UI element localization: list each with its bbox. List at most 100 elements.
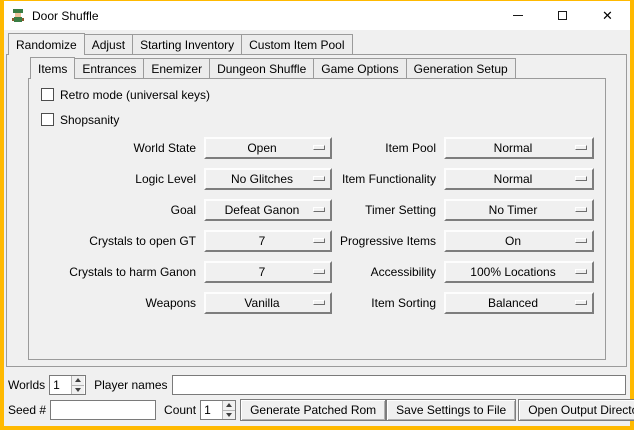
accessibility-label: Accessibility bbox=[338, 265, 438, 279]
item-sorting-label: Item Sorting bbox=[338, 296, 438, 310]
weapons-label: Weapons bbox=[41, 296, 198, 310]
dropdown-indicator-icon bbox=[575, 145, 587, 150]
titlebar[interactable]: Door Shuffle ✕ bbox=[4, 1, 630, 30]
item-sorting-dropdown[interactable]: Balanced bbox=[444, 292, 594, 314]
maximize-button[interactable] bbox=[540, 1, 585, 30]
tab-adjust[interactable]: Adjust bbox=[84, 34, 133, 54]
dropdown-indicator-icon bbox=[313, 207, 325, 212]
generate-patched-rom-button[interactable]: Generate Patched Rom bbox=[240, 399, 386, 421]
tab-label: Adjust bbox=[92, 38, 125, 52]
dropdown-indicator-icon bbox=[313, 176, 325, 181]
tab-enemizer[interactable]: Enemizer bbox=[143, 58, 210, 78]
tab-game-options[interactable]: Game Options bbox=[313, 58, 406, 78]
dropdown-value: 7 bbox=[259, 265, 266, 279]
checkbox-label: Retro mode (universal keys) bbox=[60, 88, 210, 102]
dropdown-value: 100% Locations bbox=[470, 265, 555, 279]
dropdown-value: No Timer bbox=[489, 203, 538, 217]
checkbox-icon bbox=[41, 113, 54, 126]
logic-level-dropdown[interactable]: No Glitches bbox=[204, 168, 332, 190]
dropdown-indicator-icon bbox=[575, 238, 587, 243]
spinner-buttons bbox=[71, 376, 84, 394]
dropdown-value: Vanilla bbox=[244, 296, 279, 310]
client-area: Randomize Adjust Starting Inventory Cust… bbox=[4, 30, 630, 426]
tab-entrances[interactable]: Entrances bbox=[74, 58, 144, 78]
seed-label: Seed # bbox=[8, 403, 46, 417]
spin-up-icon[interactable] bbox=[72, 376, 84, 386]
spin-up-icon[interactable] bbox=[223, 401, 235, 411]
close-icon: ✕ bbox=[602, 9, 613, 22]
dropdown-indicator-icon bbox=[313, 238, 325, 243]
progressive-items-label: Progressive Items bbox=[338, 234, 438, 248]
timer-setting-dropdown[interactable]: No Timer bbox=[444, 199, 594, 221]
dropdown-value: No Glitches bbox=[231, 172, 293, 186]
count-input[interactable] bbox=[201, 401, 222, 419]
minimize-button[interactable] bbox=[495, 1, 540, 30]
items-page: Retro mode (universal keys) Shopsanity W… bbox=[28, 78, 606, 360]
count-label: Count bbox=[164, 403, 196, 417]
worlds-spinner[interactable] bbox=[49, 375, 86, 395]
tab-label: Randomize bbox=[16, 38, 77, 52]
goal-dropdown[interactable]: Defeat Ganon bbox=[204, 199, 332, 221]
tab-custom-item-pool[interactable]: Custom Item Pool bbox=[241, 34, 352, 54]
dropdown-indicator-icon bbox=[313, 269, 325, 274]
dropdown-value: Normal bbox=[494, 141, 533, 155]
dropdown-indicator-icon bbox=[575, 207, 587, 212]
world-state-dropdown[interactable]: Open bbox=[204, 137, 332, 159]
accessibility-dropdown[interactable]: 100% Locations bbox=[444, 261, 594, 283]
dropdown-indicator-icon bbox=[575, 269, 587, 274]
minimize-icon bbox=[513, 15, 523, 16]
tab-label: Custom Item Pool bbox=[249, 38, 344, 52]
progressive-items-dropdown[interactable]: On bbox=[444, 230, 594, 252]
worlds-input[interactable] bbox=[50, 376, 71, 394]
dropdown-indicator-icon bbox=[313, 300, 325, 305]
goal-label: Goal bbox=[41, 203, 198, 217]
logic-level-label: Logic Level bbox=[41, 172, 198, 186]
crystals-ganon-label: Crystals to harm Ganon bbox=[41, 265, 198, 279]
outer-tabbar: Randomize Adjust Starting Inventory Cust… bbox=[8, 33, 353, 55]
tab-items[interactable]: Items bbox=[30, 57, 75, 79]
spin-down-icon[interactable] bbox=[223, 411, 235, 420]
worlds-row: Worlds Player names bbox=[8, 374, 626, 396]
player-names-input[interactable] bbox=[172, 375, 627, 395]
dropdown-indicator-icon bbox=[313, 145, 325, 150]
item-pool-label: Item Pool bbox=[338, 141, 438, 155]
save-settings-button[interactable]: Save Settings to File bbox=[386, 399, 516, 421]
crystals-gt-label: Crystals to open GT bbox=[41, 234, 198, 248]
tab-randomize[interactable]: Randomize bbox=[8, 33, 85, 55]
count-spinner[interactable] bbox=[200, 400, 236, 420]
dropdown-value: Balanced bbox=[488, 296, 538, 310]
checkbox-label: Shopsanity bbox=[60, 113, 119, 127]
close-button[interactable]: ✕ bbox=[585, 1, 630, 30]
item-functionality-label: Item Functionality bbox=[338, 172, 438, 186]
dropdown-value: On bbox=[505, 234, 521, 248]
world-state-label: World State bbox=[41, 141, 198, 155]
maximize-icon bbox=[558, 11, 567, 20]
tab-dungeon-shuffle[interactable]: Dungeon Shuffle bbox=[209, 58, 314, 78]
dropdown-indicator-icon bbox=[575, 300, 587, 305]
player-names-label: Player names bbox=[94, 378, 167, 392]
seed-input[interactable] bbox=[50, 400, 156, 420]
weapons-dropdown[interactable]: Vanilla bbox=[204, 292, 332, 314]
tab-label: Starting Inventory bbox=[140, 38, 234, 52]
tab-label: Game Options bbox=[321, 62, 398, 76]
shopsanity-checkbox[interactable]: Shopsanity bbox=[41, 112, 605, 127]
open-output-directory-button[interactable]: Open Output Directory bbox=[518, 399, 634, 421]
dropdown-value: Open bbox=[247, 141, 276, 155]
tab-starting-inventory[interactable]: Starting Inventory bbox=[132, 34, 242, 54]
dropdown-indicator-icon bbox=[575, 176, 587, 181]
tab-label: Dungeon Shuffle bbox=[217, 62, 306, 76]
crystals-gt-dropdown[interactable]: 7 bbox=[204, 230, 332, 252]
spin-down-icon[interactable] bbox=[72, 386, 84, 395]
crystals-ganon-dropdown[interactable]: 7 bbox=[204, 261, 332, 283]
door-shuffle-window: Door Shuffle ✕ Randomize Adjust Starting… bbox=[0, 0, 634, 430]
tab-generation-setup[interactable]: Generation Setup bbox=[406, 58, 516, 78]
item-functionality-dropdown[interactable]: Normal bbox=[444, 168, 594, 190]
retro-mode-checkbox[interactable]: Retro mode (universal keys) bbox=[41, 87, 605, 102]
item-pool-dropdown[interactable]: Normal bbox=[444, 137, 594, 159]
settings-grid: World State Open Item Pool Normal Logic … bbox=[41, 137, 605, 314]
tab-label: Generation Setup bbox=[414, 62, 508, 76]
tab-label: Enemizer bbox=[151, 62, 202, 76]
timer-setting-label: Timer Setting bbox=[338, 203, 438, 217]
app-icon[interactable] bbox=[10, 8, 26, 24]
worlds-label: Worlds bbox=[8, 378, 45, 392]
